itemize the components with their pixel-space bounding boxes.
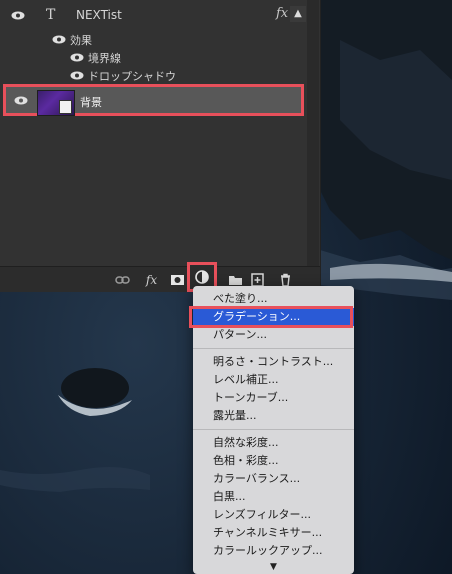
menu-separator (193, 429, 354, 430)
visibility-eye-icon[interactable] (70, 53, 84, 62)
menu-scroll-down-icon[interactable]: ▼ (193, 560, 354, 574)
layer-row-text[interactable]: T NEXTist fx ▲ (0, 0, 320, 30)
layer-thumbnail (37, 90, 75, 116)
adjustment-layer-menu: べた塗り... グラデーション... パターン... 明るさ・コントラスト...… (193, 286, 354, 574)
menu-item-pattern[interactable]: パターン... (193, 326, 354, 344)
menu-item-gradient[interactable]: グラデーション... (193, 308, 354, 326)
mask-icon[interactable] (170, 273, 185, 287)
visibility-eye-icon[interactable] (70, 71, 84, 80)
effect-label: 境界線 (88, 52, 121, 65)
menu-item-exposure[interactable]: 露光量... (193, 407, 354, 425)
layer-name: NEXTist (76, 8, 122, 22)
chevron-up-icon[interactable]: ▲ (290, 6, 306, 22)
menu-item-hue-saturation[interactable]: 色相・彩度... (193, 452, 354, 470)
lock-icon (59, 100, 72, 114)
trash-icon[interactable] (278, 273, 293, 287)
layers-panel: T NEXTist fx ▲ 効果 境界線 ドロップシャドウ 背景 fx (0, 0, 321, 292)
link-icon[interactable] (115, 273, 130, 287)
folder-icon[interactable] (228, 273, 243, 287)
menu-item-black-white[interactable]: 白黒... (193, 488, 354, 506)
menu-separator (193, 348, 354, 349)
menu-item-levels[interactable]: レベル補正... (193, 371, 354, 389)
menu-item-color-balance[interactable]: カラーバランス... (193, 470, 354, 488)
fx-button[interactable]: fx (144, 273, 159, 287)
visibility-eye-icon[interactable] (14, 96, 28, 105)
menu-item-solid-color[interactable]: べた塗り... (193, 290, 354, 308)
effect-row-stroke[interactable]: 境界線 (0, 48, 320, 66)
menu-item-channel-mixer[interactable]: チャンネルミキサー... (193, 524, 354, 542)
effects-row[interactable]: 効果 (0, 30, 320, 48)
fx-badge[interactable]: fx (276, 6, 288, 21)
effect-label: ドロップシャドウ (88, 70, 176, 83)
visibility-eye-icon[interactable] (11, 11, 25, 20)
menu-item-brightness-contrast[interactable]: 明るさ・コントラスト... (193, 353, 354, 371)
layer-row-background[interactable]: 背景 (3, 84, 304, 116)
effects-label: 効果 (70, 34, 92, 47)
effect-row-drop-shadow[interactable]: ドロップシャドウ (0, 66, 320, 84)
menu-item-color-lookup[interactable]: カラールックアップ... (193, 542, 354, 560)
menu-item-vibrance[interactable]: 自然な彩度... (193, 434, 354, 452)
new-layer-icon[interactable] (250, 273, 265, 287)
visibility-eye-icon[interactable] (52, 35, 66, 44)
menu-item-photo-filter[interactable]: レンズフィルター... (193, 506, 354, 524)
text-layer-icon: T (46, 7, 56, 23)
layer-name: 背景 (80, 96, 102, 109)
menu-item-curves[interactable]: トーンカーブ... (193, 389, 354, 407)
